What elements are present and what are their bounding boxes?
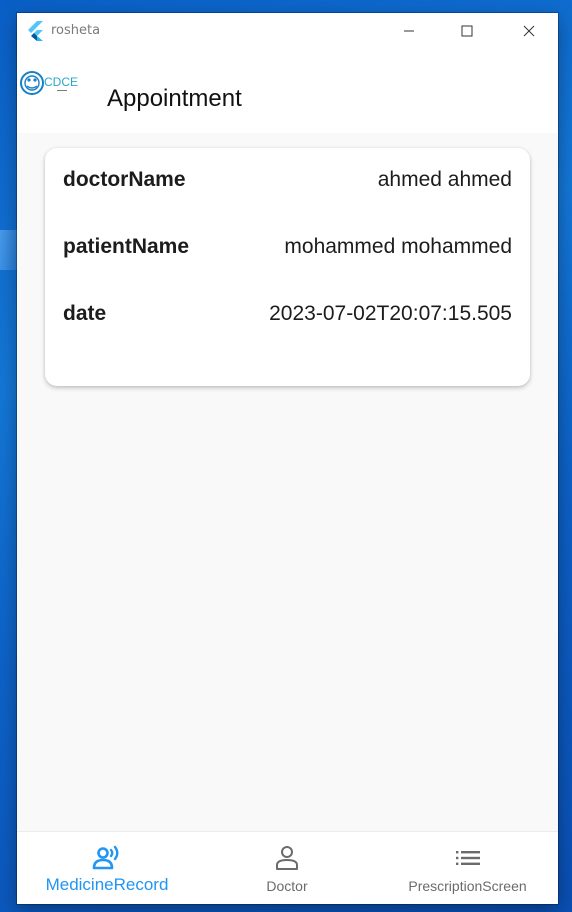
record-voice-icon — [92, 845, 119, 870]
nav-label-medicine-record: MedicineRecord — [45, 875, 169, 894]
bottom-navigation-bar: MedicineRecord Doctor PrescriptionScreen — [17, 831, 558, 904]
maximize-button[interactable] — [438, 13, 496, 49]
nav-item-medicine-record[interactable]: MedicineRecord — [17, 832, 197, 905]
patient-name-label: patientName — [63, 235, 190, 258]
minimize-button[interactable] — [380, 13, 438, 49]
date-label: date — [63, 302, 107, 325]
cdce-logo: CDCE — [20, 71, 78, 95]
page-title: Appointment — [107, 85, 242, 112]
title-bar[interactable]: rosheta — [17, 13, 558, 49]
person-icon — [276, 846, 298, 870]
nav-item-doctor[interactable]: Doctor — [197, 832, 377, 905]
window-title: rosheta — [51, 23, 101, 38]
nav-item-prescription-screen[interactable]: PrescriptionScreen — [377, 832, 558, 905]
close-icon — [523, 25, 535, 37]
app-bar: CDCE Appointment — [17, 49, 558, 133]
doctor-name-label: doctorName — [63, 168, 186, 191]
close-button[interactable] — [500, 13, 558, 49]
nav-label-prescription-screen: PrescriptionScreen — [408, 878, 527, 894]
logo-text: CDCE — [44, 75, 78, 89]
date-value: 2023-07-02T20:07:15.505 — [269, 302, 512, 325]
flutter-logo-icon — [28, 21, 43, 41]
date-row: date 2023-07-02T20:07:15.505 — [63, 302, 512, 332]
appointment-card: doctorName ahmed ahmed patientName moham… — [45, 148, 530, 386]
maximize-icon — [461, 25, 473, 37]
list-icon — [455, 851, 480, 865]
minimize-icon — [404, 30, 414, 32]
patient-name-row: patientName mohammed mohammed — [63, 235, 512, 265]
doctor-name-row: doctorName ahmed ahmed — [63, 168, 512, 198]
doctor-name-value: ahmed ahmed — [377, 168, 512, 191]
patient-name-value: mohammed mohammed — [284, 235, 512, 258]
nav-label-doctor: Doctor — [266, 878, 308, 894]
app-window: rosheta CDCE Appointment doctorName ahme… — [17, 13, 558, 904]
